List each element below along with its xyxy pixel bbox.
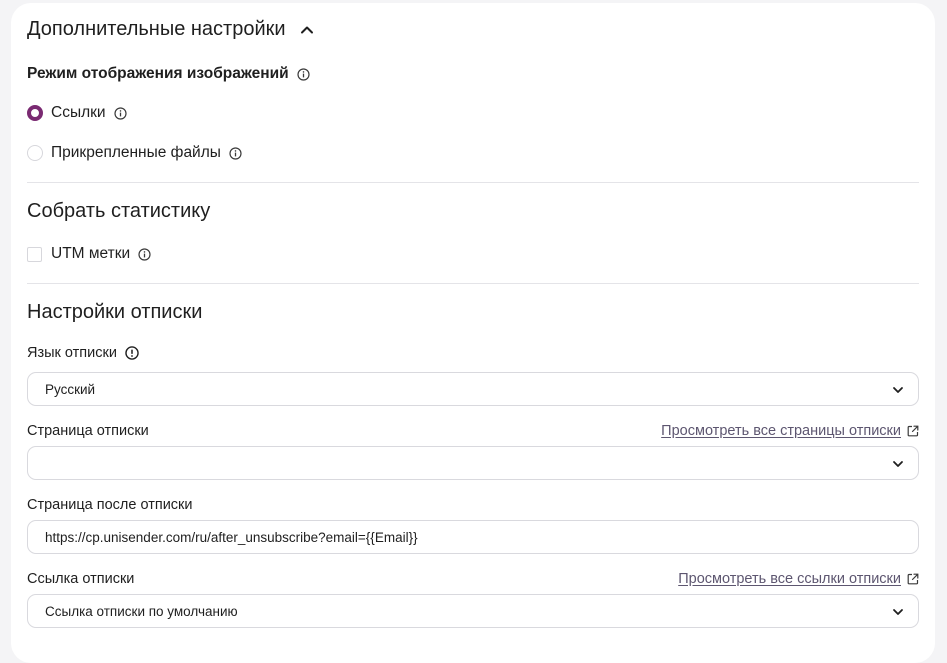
info-icon[interactable] [297,67,310,81]
unsubscribe-header: Настройки отписки [27,301,202,324]
unsubscribe-link-label-text: Ссылка отписки [27,571,135,587]
view-all-unsubscribe-pages-text[interactable]: Просмотреть все страницы отписки [661,423,901,439]
unsubscribe-language-label: Язык отписки [27,345,139,361]
radio-attached-files[interactable]: Прикрепленные файлы [27,144,242,162]
radio-links[interactable]: Ссылки [27,104,127,122]
radio-attached-files-label: Прикрепленные файлы [51,144,221,161]
after-unsubscribe-page-label: Страница после отписки [27,497,193,513]
unsubscribe-language-label-text: Язык отписки [27,345,117,361]
radio-attached-files-control[interactable] [27,145,43,161]
image-mode-label: Режим отображения изображений [27,65,310,83]
chevron-up-icon[interactable] [300,23,314,37]
view-all-unsubscribe-links-text[interactable]: Просмотреть все ссылки отписки [678,571,901,587]
unsubscribe-link-label: Ссылка отписки [27,571,134,587]
after-unsubscribe-url-input[interactable]: https://cp.unisender.com/ru/after_unsubs… [27,520,919,554]
unsubscribe-page-select[interactable] [27,446,919,480]
radio-links-label: Ссылки [51,104,106,121]
divider [27,283,919,284]
advanced-settings-title: Дополнительные настройки [27,18,286,40]
utm-checkbox-row[interactable]: UTM метки [27,245,151,263]
after-unsubscribe-page-label-text: Страница после отписки [27,497,193,513]
info-icon[interactable] [229,146,242,160]
utm-label: UTM метки [51,245,131,262]
info-icon[interactable] [138,247,151,261]
stats-title: Собрать статистику [27,200,211,222]
divider [27,182,919,183]
unsubscribe-link-select[interactable]: Ссылка отписки по умолчанию [27,594,919,628]
external-link-icon [907,573,919,585]
info-icon[interactable] [113,106,127,120]
unsubscribe-title: Настройки отписки [27,301,203,323]
chevron-down-icon [893,387,903,393]
unsubscribe-language-value: Русский [45,381,96,397]
chevron-down-icon [893,609,903,615]
unsubscribe-page-label-text: Страница отписки [27,423,149,439]
after-unsubscribe-url-value[interactable]: https://cp.unisender.com/ru/after_unsubs… [45,530,418,545]
image-mode-label-text: Режим отображения изображений [27,65,289,82]
utm-checkbox[interactable] [27,246,42,262]
stats-header: Собрать статистику [27,200,210,223]
alert-info-icon[interactable] [125,346,139,360]
radio-links-control[interactable] [27,105,43,121]
advanced-settings-panel: Дополнительные настройки Режим отображен… [11,3,935,663]
view-all-unsubscribe-pages-link[interactable]: Просмотреть все страницы отписки [661,423,919,439]
view-all-unsubscribe-links-link[interactable]: Просмотреть все ссылки отписки [678,571,919,587]
unsubscribe-page-label: Страница отписки [27,423,149,439]
unsubscribe-language-select[interactable]: Русский [27,372,919,406]
unsubscribe-link-value: Ссылка отписки по умолчанию [45,603,238,619]
advanced-settings-header[interactable]: Дополнительные настройки [27,18,314,41]
chevron-down-icon [893,461,903,467]
external-link-icon [907,425,919,437]
